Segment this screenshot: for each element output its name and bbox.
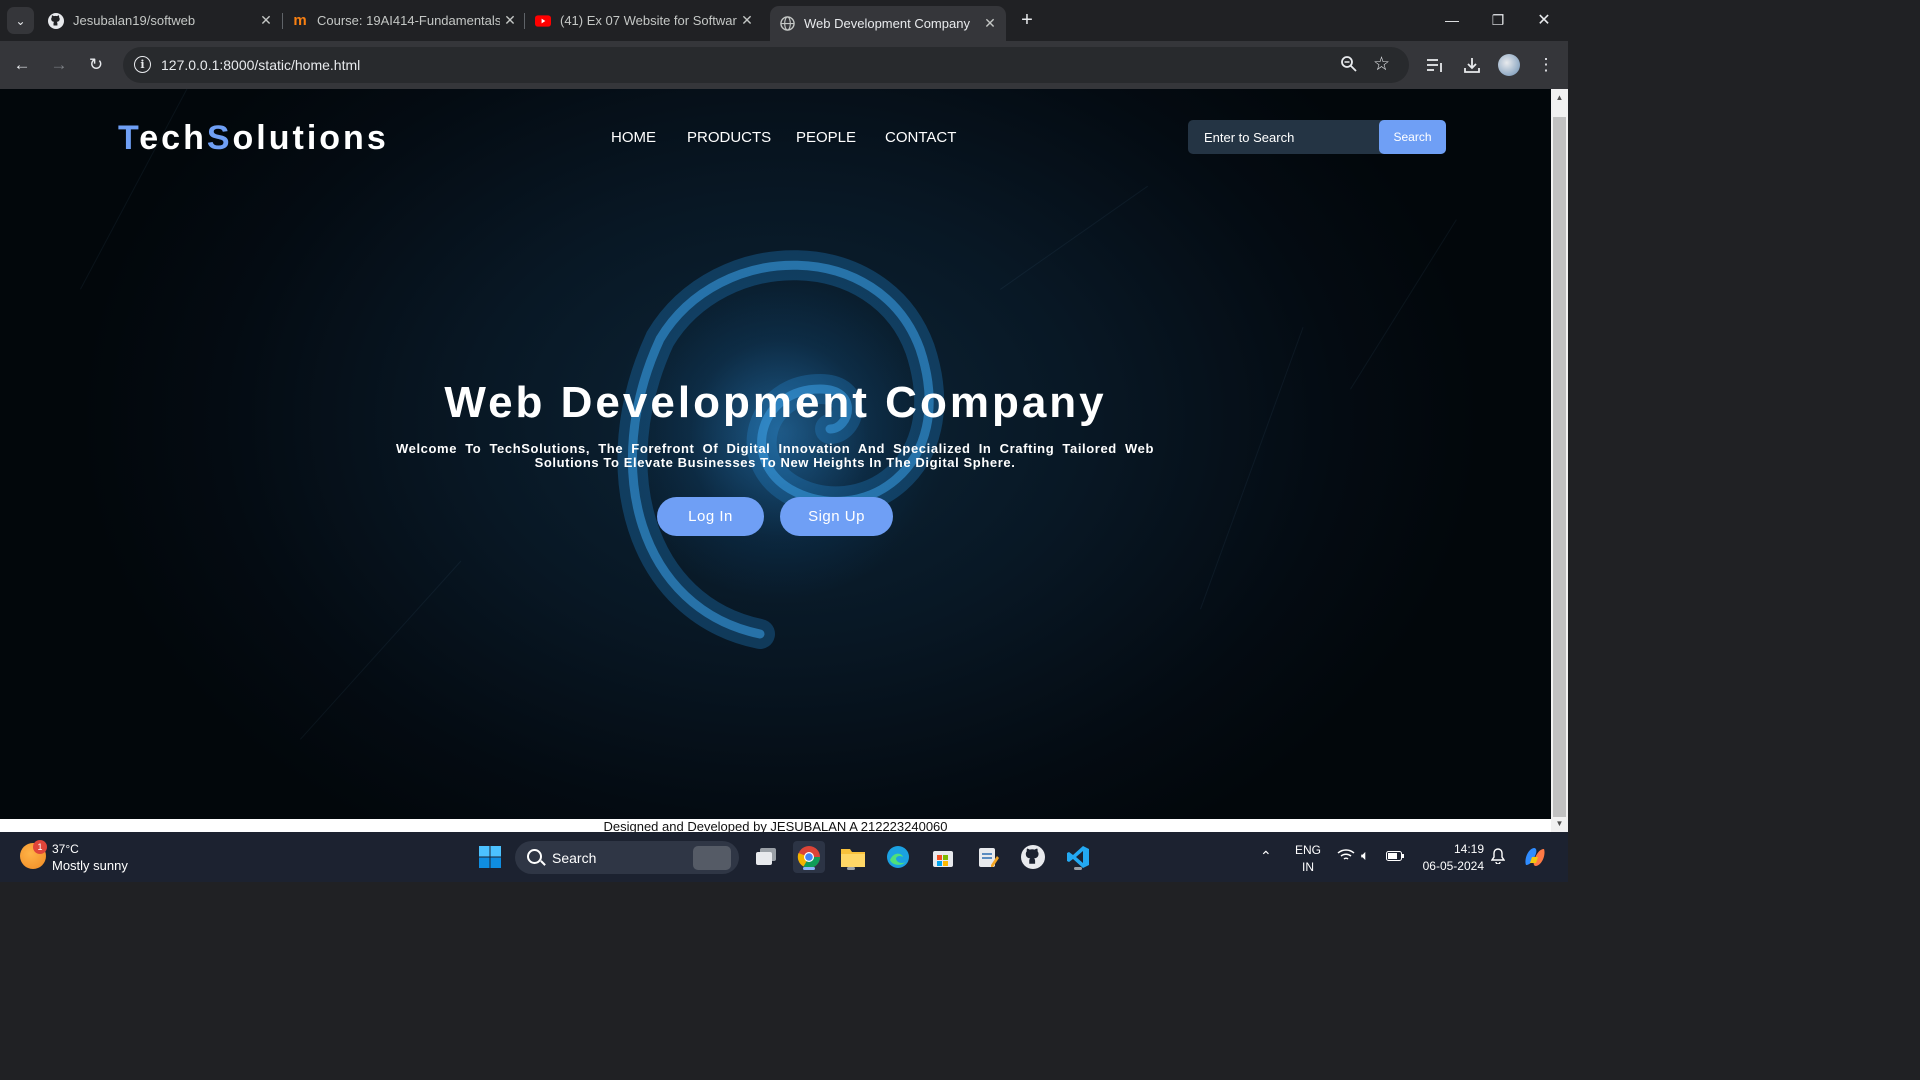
hero-heading: Web Development Company xyxy=(444,378,1107,427)
copilot-icon[interactable] xyxy=(1522,845,1548,872)
wifi-icon[interactable] xyxy=(1337,848,1355,865)
restore-button[interactable]: ❐ xyxy=(1475,0,1521,40)
scroll-up-icon[interactable]: ▲ xyxy=(1551,89,1568,106)
chevron-up-icon[interactable]: ⌃ xyxy=(1260,848,1272,865)
github-icon xyxy=(48,12,64,29)
globe-icon xyxy=(779,16,795,32)
tab-youtube[interactable]: (41) Ex 07 Website for Software ✕ xyxy=(535,6,757,35)
close-tab-icon[interactable]: ✕ xyxy=(256,12,276,29)
browser-toolbar: ← → ↻ i 127.0.0.1:8000/static/home.html … xyxy=(0,41,1568,89)
clock[interactable]: 14:19 06-05-2024 xyxy=(1420,842,1484,873)
language-code: ENG xyxy=(1295,843,1322,857)
back-icon[interactable]: ← xyxy=(10,53,34,77)
start-button[interactable] xyxy=(474,841,506,873)
battery-icon[interactable] xyxy=(1386,850,1404,864)
scrollbar-thumb[interactable] xyxy=(1553,117,1566,817)
logo-text-ech: ech xyxy=(139,119,207,157)
github-desktop-icon[interactable] xyxy=(1017,841,1049,873)
search-input[interactable] xyxy=(1188,120,1378,154)
windows-taskbar: 1 37°C Mostly sunny Search ⌃ ENG IN 🔈︎ 1… xyxy=(0,832,1568,882)
nav-contact[interactable]: CONTACT xyxy=(885,129,956,146)
weather-badge: 1 xyxy=(33,840,47,854)
close-tab-icon[interactable]: ✕ xyxy=(500,12,520,29)
forward-icon[interactable]: → xyxy=(47,53,71,77)
signup-button[interactable]: Sign Up xyxy=(780,497,893,536)
search-highlight-image xyxy=(693,846,731,870)
tab-github[interactable]: Jesubalan19/softweb ✕ xyxy=(48,6,276,35)
tab-search-button[interactable]: ⌄ xyxy=(7,7,34,34)
weather-description: Mostly sunny xyxy=(52,858,128,873)
clock-date: 06-05-2024 xyxy=(1422,859,1484,873)
site-logo[interactable]: TechSolutions xyxy=(118,119,389,158)
profile-avatar[interactable] xyxy=(1497,53,1521,77)
tab-strip: ⌄ Jesubalan19/softweb ✕ m Course: 19AI41… xyxy=(0,0,1568,41)
windows-icon xyxy=(479,846,501,868)
close-tab-icon[interactable]: ✕ xyxy=(737,12,757,29)
address-bar[interactable]: i 127.0.0.1:8000/static/home.html ☆ xyxy=(123,47,1409,83)
site-search: Search xyxy=(1188,120,1446,154)
logo-letter-t: T xyxy=(118,119,140,157)
logo-text-olutions: olutions xyxy=(232,119,389,157)
clock-time: 14:19 xyxy=(1453,842,1484,856)
microsoft-store-icon[interactable] xyxy=(927,841,959,873)
close-tab-icon[interactable]: ✕ xyxy=(980,15,1000,32)
login-button[interactable]: Log In xyxy=(657,497,764,536)
minimize-button[interactable]: — xyxy=(1429,0,1475,40)
taskbar-search-label: Search xyxy=(552,850,597,866)
search-button[interactable]: Search xyxy=(1379,120,1446,154)
nav-products[interactable]: PRODUCTS xyxy=(687,129,771,146)
tab-title: (41) Ex 07 Website for Software xyxy=(560,13,737,28)
volume-icon[interactable]: 🔈︎ xyxy=(1361,847,1369,864)
logo-letter-s: S xyxy=(206,119,233,157)
page-footer: Designed and Developed by JESUBALAN A 21… xyxy=(0,819,1551,832)
language-indicator[interactable]: ENG IN xyxy=(1295,843,1321,874)
scroll-down-icon[interactable]: ▼ xyxy=(1551,815,1568,832)
tab-moodle[interactable]: m Course: 19AI414-Fundamentals ✕ xyxy=(292,6,520,35)
nav-people[interactable]: PEOPLE xyxy=(796,129,856,146)
task-view-icon[interactable] xyxy=(750,841,782,873)
edge-icon[interactable] xyxy=(882,841,914,873)
browser-menu-icon[interactable]: ⋮ xyxy=(1534,53,1558,77)
new-tab-button[interactable]: + xyxy=(1015,9,1039,33)
region-code: IN xyxy=(1302,860,1314,874)
tab-title: Jesubalan19/softweb xyxy=(73,13,196,28)
vscode-icon[interactable] xyxy=(1062,841,1094,873)
tab-separator xyxy=(282,13,283,29)
notepad-icon[interactable] xyxy=(972,841,1004,873)
download-icon[interactable] xyxy=(1460,53,1484,77)
bookmark-star-icon[interactable]: ☆ xyxy=(1373,53,1390,76)
chrome-icon[interactable] xyxy=(793,841,825,873)
url-text[interactable]: 127.0.0.1:8000/static/home.html xyxy=(161,57,360,73)
youtube-icon xyxy=(535,13,551,29)
vertical-scrollbar[interactable]: ▲ ▼ xyxy=(1551,89,1568,832)
nav-home[interactable]: HOME xyxy=(611,129,656,146)
page-viewport: TechSolutions HOME PRODUCTS PEOPLE CONTA… xyxy=(0,89,1551,832)
zoom-icon[interactable] xyxy=(1340,55,1358,78)
taskbar-search[interactable]: Search xyxy=(515,841,739,874)
notification-bell-icon[interactable] xyxy=(1490,848,1506,867)
tab-title: Course: 19AI414-Fundamentals xyxy=(317,13,500,28)
site-info-icon[interactable]: i xyxy=(134,56,151,73)
moodle-icon: m xyxy=(293,12,307,29)
hero-subtitle: Welcome To TechSolutions, The Forefront … xyxy=(396,441,1154,470)
file-explorer-icon[interactable] xyxy=(837,841,869,873)
tab-web-development-company[interactable]: Web Development Company ✕ xyxy=(770,6,1006,41)
weather-temperature: 37°C xyxy=(52,842,79,856)
reload-icon[interactable]: ↻ xyxy=(84,53,108,77)
close-window-button[interactable]: ✕ xyxy=(1521,0,1567,40)
search-icon xyxy=(527,849,542,864)
reading-list-icon[interactable] xyxy=(1423,53,1447,77)
tab-separator xyxy=(524,13,525,29)
tab-title: Web Development Company xyxy=(804,16,970,31)
